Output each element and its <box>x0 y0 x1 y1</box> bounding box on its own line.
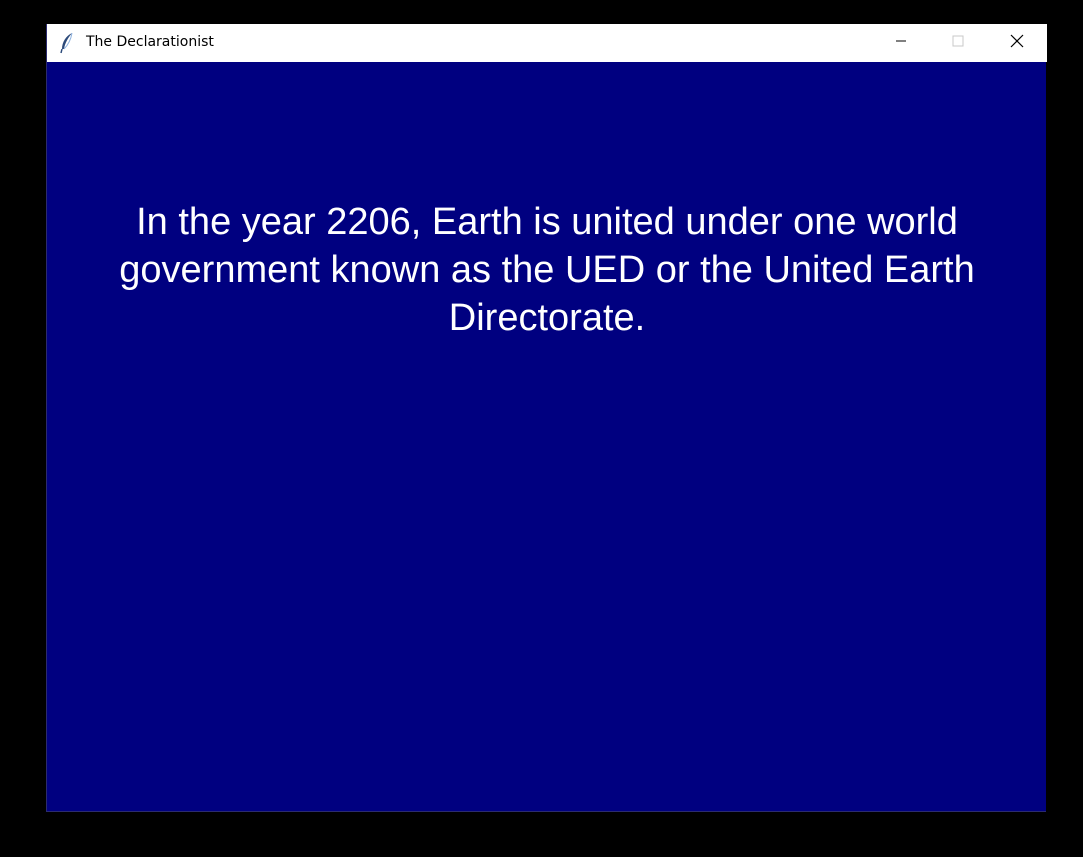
app-window: The Declarationist In the year 2206, Ear… <box>46 24 1047 812</box>
maximize-button[interactable] <box>929 24 987 62</box>
story-panel: In the year 2206, Earth is united under … <box>47 62 1046 811</box>
minimize-button[interactable] <box>872 24 930 62</box>
window-title: The Declarationist <box>86 34 214 50</box>
close-icon <box>1010 34 1024 53</box>
title-bar[interactable]: The Declarationist <box>47 24 1047 62</box>
maximize-icon <box>952 34 964 52</box>
minimize-icon <box>895 34 907 52</box>
close-button[interactable] <box>988 24 1046 62</box>
feather-icon <box>59 32 75 54</box>
story-text: In the year 2206, Earth is united under … <box>119 201 975 339</box>
